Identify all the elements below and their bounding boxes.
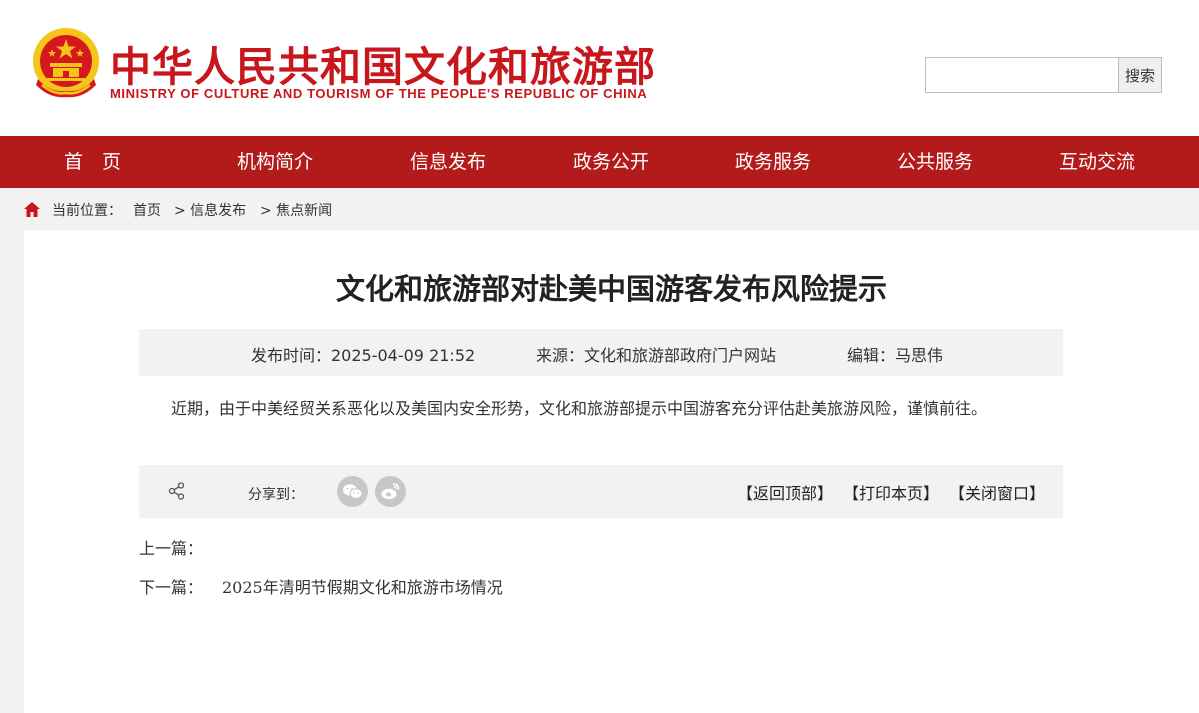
article-meta: 发布时间：2025-04-09 21:52 来源：文化和旅游部政府门户网站 编辑… <box>139 329 1063 376</box>
search-input[interactable] <box>926 58 1119 92</box>
print-page-link[interactable]: 【打印本页】 <box>843 480 939 504</box>
breadcrumb-prefix: 当前位置： <box>52 203 122 219</box>
share-bar: 分享到： 【返回顶部】 【打印本页】 【关闭窗口】 <box>139 465 1063 518</box>
search-button[interactable]: 搜索 <box>1118 58 1161 92</box>
weibo-icon[interactable] <box>375 476 406 507</box>
nav-item-about[interactable]: 机构简介 <box>237 136 313 188</box>
site-header: 中华人民共和国文化和旅游部 MINISTRY OF CULTURE AND TO… <box>0 0 1199 136</box>
nav-item-home[interactable]: 首 页 <box>64 136 121 188</box>
main-nav: 首 页 机构简介 信息发布 政务公开 政务服务 公共服务 互动交流 <box>0 136 1199 188</box>
next-label: 下一篇： <box>139 578 204 597</box>
breadcrumb-focus-news[interactable]: > 焦点新闻 <box>260 200 332 220</box>
share-label: 分享到： <box>248 487 304 503</box>
search-box: 搜索 <box>925 57 1162 93</box>
nav-item-interaction[interactable]: 互动交流 <box>1059 136 1135 188</box>
site-title-cn: 中华人民共和国文化和旅游部 <box>110 43 656 91</box>
next-article-link[interactable]: 2025年清明节假期文化和旅游市场情况 <box>222 578 503 597</box>
nav-item-gov-info[interactable]: 政务公开 <box>573 136 649 188</box>
breadcrumb-home[interactable]: 首页 <box>133 200 161 220</box>
article-source: 来源：文化和旅游部政府门户网站 <box>536 346 777 365</box>
article-title: 文化和旅游部对赴美中国游客发布风险提示 <box>335 272 887 306</box>
wechat-icon[interactable] <box>337 476 368 507</box>
article-body: 近期，由于中美经贸关系恶化以及美国内安全形势，文化和旅游部提示中国游客充分评估赴… <box>171 399 988 418</box>
prev-article: 上一篇： <box>139 535 222 559</box>
prev-label: 上一篇： <box>139 539 204 558</box>
breadcrumb: 当前位置： 首页 > 信息发布 > 焦点新闻 <box>0 188 1199 230</box>
nav-item-public-services[interactable]: 公共服务 <box>897 136 973 188</box>
back-to-top-link[interactable]: 【返回顶部】 <box>737 480 833 504</box>
close-window-link[interactable]: 【关闭窗口】 <box>949 480 1045 504</box>
site-title-en: MINISTRY OF CULTURE AND TOURISM OF THE P… <box>110 86 648 101</box>
share-icon[interactable] <box>168 482 186 500</box>
article-card: 文化和旅游部对赴美中国游客发布风险提示 发布时间：2025-04-09 21:5… <box>24 230 1199 713</box>
article-editor: 编辑：马思伟 <box>847 346 944 365</box>
publish-time: 发布时间：2025-04-09 21:52 <box>251 346 476 365</box>
national-emblem-icon <box>30 27 102 101</box>
breadcrumb-news[interactable]: > 信息发布 <box>174 200 246 220</box>
nav-item-news[interactable]: 信息发布 <box>410 136 486 188</box>
home-icon <box>24 202 40 217</box>
next-article: 下一篇： 2025年清明节假期文化和旅游市场情况 <box>139 574 503 598</box>
nav-item-gov-services[interactable]: 政务服务 <box>735 136 811 188</box>
